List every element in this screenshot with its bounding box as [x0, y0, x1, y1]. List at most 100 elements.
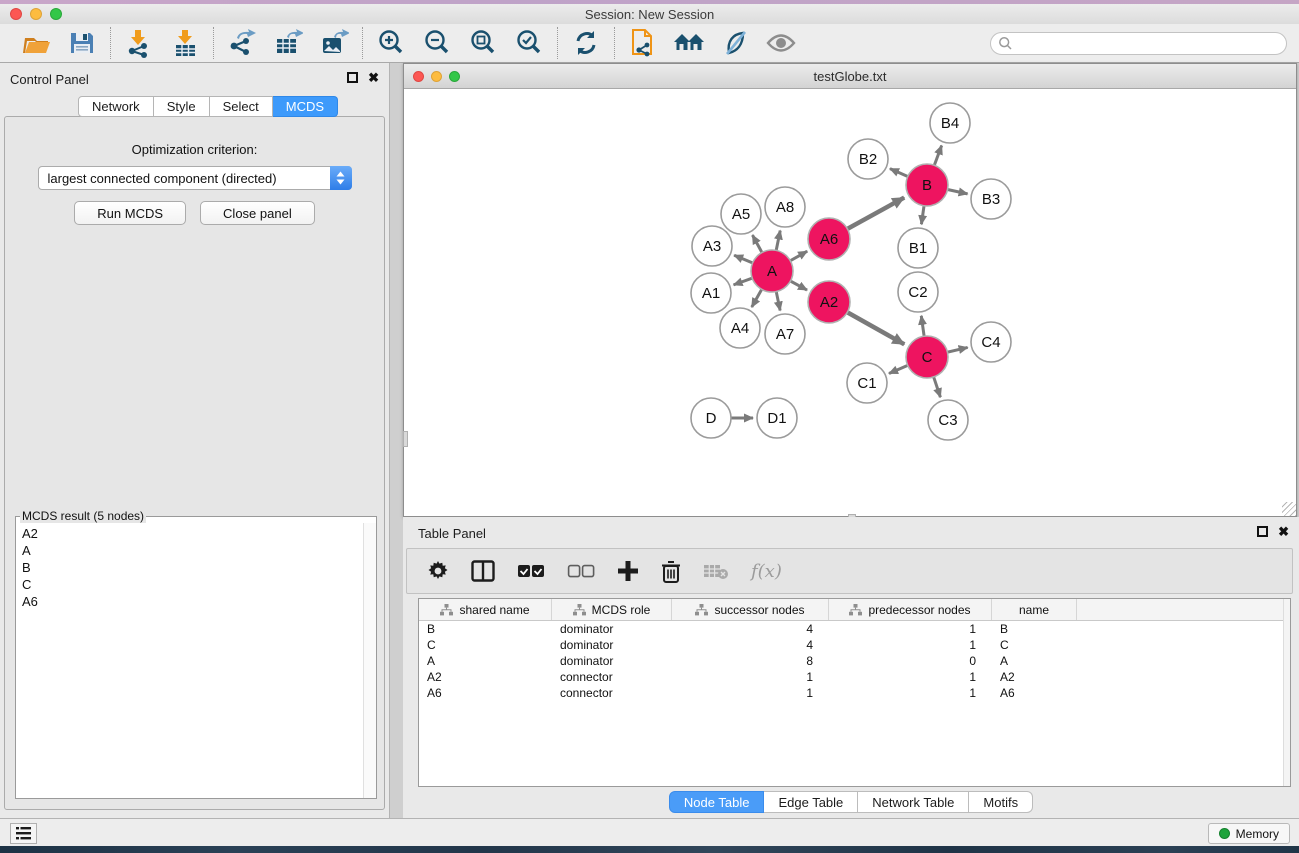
svg-text:C4: C4 [981, 334, 1000, 351]
svg-text:D1: D1 [767, 410, 786, 427]
result-item[interactable]: B [16, 559, 363, 576]
close-panel-icon[interactable]: ✖ [368, 72, 379, 83]
svg-text:B4: B4 [941, 115, 959, 132]
svg-text:A8: A8 [776, 199, 794, 216]
graph-node-A1[interactable]: A1 [691, 273, 731, 313]
table-settings-gear-icon[interactable] [427, 560, 449, 582]
result-item[interactable]: A [16, 542, 363, 559]
unselect-all-icon[interactable] [567, 564, 595, 578]
svg-text:D: D [706, 410, 717, 427]
task-history-button[interactable] [10, 823, 37, 844]
export-image-icon[interactable] [318, 27, 350, 59]
tab-select[interactable]: Select [210, 96, 273, 117]
delete-column-trash-icon[interactable] [661, 560, 681, 583]
table-row[interactable]: Bdominator41B [419, 621, 1290, 637]
graph-node-B3[interactable]: B3 [971, 179, 1011, 219]
function-builder-icon[interactable]: f(x) [751, 561, 782, 582]
network-canvas[interactable]: B4 B2 B B3 A8 A5 A6 A3 B1 A A1 C2 A2 A4 A7 C4 C C1 D D1 C3 [404, 90, 1296, 516]
graph-node-A7[interactable]: A7 [765, 314, 805, 354]
tab-style[interactable]: Style [154, 96, 210, 117]
zoom-selected-icon[interactable] [513, 27, 545, 59]
result-item[interactable]: A2 [16, 525, 363, 542]
column-header-name[interactable]: name [992, 599, 1077, 620]
graph-node-D1[interactable]: D1 [757, 398, 797, 438]
graph-node-A4[interactable]: A4 [720, 308, 760, 348]
graph-node-C2[interactable]: C2 [898, 272, 938, 312]
tab-edge-table[interactable]: Edge Table [764, 791, 858, 813]
graph-node-C4[interactable]: C4 [971, 322, 1011, 362]
zoom-out-icon[interactable] [421, 27, 453, 59]
export-table-icon[interactable] [272, 27, 304, 59]
save-icon[interactable] [66, 27, 98, 59]
table-cell: dominator [552, 653, 672, 669]
table-row[interactable]: A6connector11A6 [419, 685, 1290, 701]
show-columns-icon[interactable] [471, 560, 495, 582]
graph-node-C3[interactable]: C3 [928, 400, 968, 440]
graphics-details-icon[interactable] [719, 27, 751, 59]
table-cell: dominator [552, 621, 672, 637]
zoom-fit-icon[interactable] [467, 27, 499, 59]
import-table-icon[interactable] [169, 27, 201, 59]
export-network-icon[interactable] [226, 27, 258, 59]
column-header-predecessor-nodes[interactable]: predecessor nodes [829, 599, 992, 620]
svg-text:A4: A4 [731, 320, 749, 337]
table-cell: 1 [829, 637, 992, 653]
select-all-icon[interactable] [517, 564, 545, 578]
graph-node-C[interactable]: C [906, 336, 948, 378]
graph-node-A3[interactable]: A3 [692, 226, 732, 266]
optimization-criterion-label: Optimization criterion: [5, 142, 384, 157]
float-panel-icon[interactable] [347, 72, 358, 83]
column-header-successor-nodes[interactable]: successor nodes [672, 599, 829, 620]
graph-node-A[interactable]: A [751, 250, 793, 292]
graph-node-A2[interactable]: A2 [808, 281, 850, 323]
svg-text:A2: A2 [820, 294, 838, 311]
eye-icon[interactable] [765, 27, 797, 59]
close-table-panel-icon[interactable]: ✖ [1278, 526, 1289, 537]
memory-button[interactable]: Memory [1208, 823, 1290, 844]
graph-node-B2[interactable]: B2 [848, 139, 888, 179]
graph-node-D[interactable]: D [691, 398, 731, 438]
tab-network[interactable]: Network [78, 96, 154, 117]
run-mcds-button[interactable]: Run MCDS [74, 201, 186, 225]
column-header-MCDS-role[interactable]: MCDS role [552, 599, 672, 620]
graph-node-A5[interactable]: A5 [721, 194, 761, 234]
column-header-shared-name[interactable]: shared name [419, 599, 552, 620]
table-cell: A2 [992, 669, 1077, 685]
delete-table-icon[interactable] [703, 562, 729, 580]
import-network-icon[interactable] [123, 27, 155, 59]
graph-node-A6[interactable]: A6 [808, 218, 850, 260]
tab-network-table[interactable]: Network Table [858, 791, 969, 813]
table-cell: 0 [829, 653, 992, 669]
search-input[interactable] [990, 32, 1287, 55]
refresh-icon[interactable] [570, 27, 602, 59]
tab-motifs[interactable]: Motifs [969, 791, 1033, 813]
result-scrollbar[interactable] [363, 523, 376, 798]
table-row[interactable]: A2connector11A2 [419, 669, 1290, 685]
result-item[interactable]: C [16, 576, 363, 593]
tab-mcds[interactable]: MCDS [273, 96, 338, 117]
criterion-dropdown[interactable]: largest connected component (directed) [38, 166, 352, 190]
graph-node-C1[interactable]: C1 [847, 363, 887, 403]
network-from-file-icon[interactable] [627, 27, 659, 59]
tab-node-table[interactable]: Node Table [669, 791, 765, 813]
control-panel: Control Panel ✖ NetworkStyleSelectMCDS O… [0, 63, 390, 818]
result-item[interactable]: A6 [16, 593, 363, 610]
network-view-window: testGlobe.txt B4B2BB3A8A5A6A3B1AA1C2A2A4… [403, 63, 1297, 517]
table-row[interactable]: Cdominator41C [419, 637, 1290, 653]
window-edge-grip[interactable] [403, 431, 408, 447]
main-toolbar [0, 24, 1299, 63]
graph-node-A8[interactable]: A8 [765, 187, 805, 227]
close-panel-button[interactable]: Close panel [200, 201, 315, 225]
float-table-panel-icon[interactable] [1257, 526, 1268, 537]
table-scrollbar[interactable] [1283, 599, 1290, 786]
open-folder-icon[interactable] [20, 27, 52, 59]
table-row[interactable]: Adominator80A [419, 653, 1290, 669]
houses-icon[interactable] [673, 27, 705, 59]
add-column-icon[interactable] [617, 560, 639, 582]
mcds-result-list: A2ABCA6 [16, 525, 363, 798]
graph-node-B4[interactable]: B4 [930, 103, 970, 143]
graph-node-B1[interactable]: B1 [898, 228, 938, 268]
graph-node-B[interactable]: B [906, 164, 948, 206]
zoom-in-icon[interactable] [375, 27, 407, 59]
window-resize-handle[interactable] [1282, 502, 1296, 516]
